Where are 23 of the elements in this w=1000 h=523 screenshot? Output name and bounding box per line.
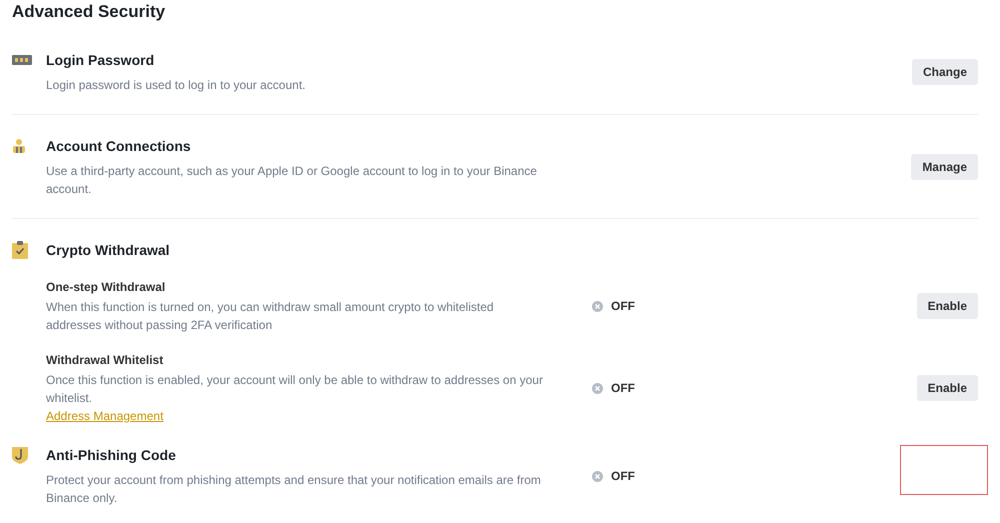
section-heading: Advanced Security — [12, 1, 166, 23]
password-icon — [12, 55, 32, 65]
setting-title: Login Password — [46, 51, 156, 70]
action-button[interactable]: Change — [912, 59, 978, 85]
setting-title: Crypto Withdrawal — [46, 241, 170, 260]
option-title: Withdrawal Whitelist — [46, 352, 164, 369]
setting-description: Protect your account from phishing attempts and ensure that your notification emails are from Binance only. — [46, 472, 542, 507]
enable-button[interactable]: Enable — [916, 375, 978, 401]
setting-description: Login password is used to log in to your account. — [46, 77, 306, 94]
status-label: OFF — [611, 469, 635, 483]
shield-hook-icon — [12, 446, 28, 464]
option-description: When this function is turned on, you can withdraw small amount crypto to whitelisted addresses without passing 2FA verification — [46, 299, 495, 334]
setting-title: Account Connections — [46, 137, 192, 156]
setting-description: Use a third-party account, such as your Apple ID or Google account to log in to your Binance account. — [46, 163, 538, 198]
setting-title: Anti-Phishing Code — [46, 446, 177, 465]
status-label: OFF — [611, 299, 635, 313]
option-title: One-step Withdrawal — [46, 279, 166, 296]
enable-button[interactable]: Enable — [916, 293, 978, 319]
action-button[interactable]: Manage — [911, 154, 978, 180]
option-description: Once this function is enabled, your account will only be able to withdraw to addresses on your whitelist. — [46, 372, 544, 407]
people-icon — [12, 139, 26, 153]
status-label: OFF — [611, 381, 635, 395]
clipboard-check-icon — [12, 241, 28, 259]
